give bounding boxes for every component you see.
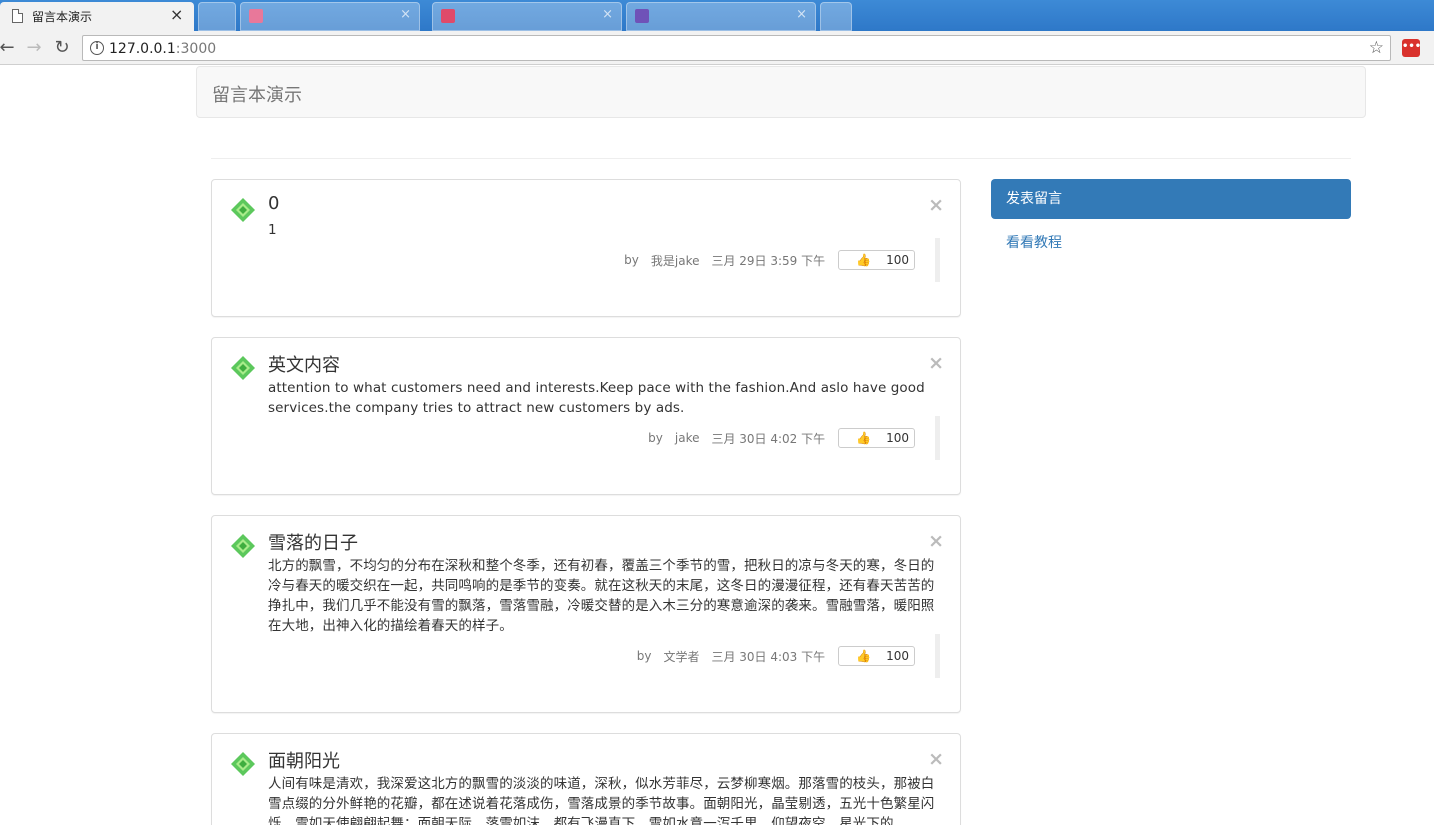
message-title: 英文内容 (268, 355, 340, 376)
message-meta: by 文学者 三月 30日 4:03 下午 👍 100 (625, 634, 940, 678)
message-body: 北方的飘雪，不均匀的分布在深秋和整个冬季，还有初春，覆盖三个季节的雪，把秋日的凉… (268, 558, 935, 634)
tab-close-icon[interactable]: × (400, 7, 411, 22)
like-count: 100 (886, 431, 909, 445)
extension-icon[interactable]: ••• (1402, 39, 1421, 57)
message-title: 面朝阳光 (268, 751, 340, 772)
new-tab-button-2[interactable] (820, 2, 852, 31)
message-meta: by jake 三月 30日 4:02 下午 👍 100 (636, 416, 940, 460)
url-text: 127.0.0.1:3000 (109, 41, 216, 57)
like-count: 100 (886, 253, 909, 267)
close-icon[interactable]: × (928, 530, 944, 552)
browser-tab-background-3[interactable]: × (626, 2, 816, 31)
like-button[interactable]: 👍 100 (838, 250, 915, 270)
close-icon[interactable]: × (928, 194, 944, 216)
tab-title: 留言本演示 (32, 10, 93, 24)
url-host: 127.0.0.1 (109, 41, 176, 57)
message-card: 面朝阳光 人间有味是清欢，我深爱这北方的飘雪的淡淡的味道，深秋，似水芳菲尽，云梦… (211, 733, 961, 825)
close-icon[interactable]: × (928, 352, 944, 374)
message-meta: by 我是jake 三月 29日 3:59 下午 👍 100 (612, 238, 940, 282)
message-card: 英文内容 attention to what customers need an… (211, 337, 961, 495)
by-label: by (648, 431, 663, 445)
leaf-icon (231, 534, 255, 558)
reload-icon[interactable]: ↻ (51, 37, 73, 59)
timestamp: 三月 30日 4:02 下午 (711, 431, 826, 446)
divider (211, 158, 1351, 159)
tutorial-link[interactable]: 看看教程 (1006, 232, 1062, 252)
timestamp: 三月 30日 4:03 下午 (711, 649, 826, 664)
author: 我是jake (650, 253, 700, 268)
message-card: 雪落的日子 北方的飘雪，不均匀的分布在深秋和整个冬季，还有初春，覆盖三个季节的雪… (211, 515, 961, 713)
post-message-button[interactable]: 发表留言 (991, 179, 1351, 219)
message-card: 0 1 × by 我是jake 三月 29日 3:59 下午 👍 100 (211, 179, 961, 317)
tab-favicon-icon (441, 9, 455, 23)
browser-tabstrip: 留言本演示 × × × × (0, 0, 1434, 31)
message-title: 雪落的日子 (268, 533, 358, 554)
tab-favicon-icon (249, 9, 263, 23)
browser-tab-background-2[interactable]: × (432, 2, 622, 31)
timestamp: 三月 29日 3:59 下午 (711, 253, 826, 268)
message-title: 0 (268, 193, 280, 214)
thumbs-up-icon: 👍 (856, 649, 872, 663)
message-body: attention to what customers need and int… (268, 380, 925, 416)
leaf-icon (231, 356, 255, 380)
like-count: 100 (886, 649, 909, 663)
message-body: 1 (268, 222, 277, 238)
browser-tab-background-1[interactable]: × (240, 2, 420, 31)
message-body: 人间有味是清欢，我深爱这北方的飘雪的淡淡的味道，深秋，似水芳菲尽，云梦柳寒烟。那… (268, 776, 935, 825)
leaf-icon (231, 198, 255, 222)
forward-arrow-icon[interactable]: → (23, 37, 45, 59)
bookmark-star-icon[interactable]: ☆ (1369, 38, 1384, 58)
like-button[interactable]: 👍 100 (838, 646, 915, 666)
leaf-icon (231, 752, 255, 776)
back-arrow-icon[interactable]: ← (0, 37, 18, 59)
info-icon[interactable]: i (90, 41, 104, 55)
thumbs-up-icon: 👍 (856, 253, 872, 267)
address-bar[interactable]: i 127.0.0.1:3000 ☆ (82, 35, 1391, 61)
browser-toolbar: ← → ↻ i 127.0.0.1:3000 ☆ ••• (0, 31, 1434, 65)
tab-close-icon[interactable]: × (602, 7, 613, 22)
author: 文学者 (663, 649, 700, 664)
tab-close-icon[interactable]: × (170, 5, 183, 24)
url-port: :3000 (175, 41, 217, 57)
thumbs-up-icon: 👍 (856, 431, 872, 445)
by-label: by (636, 649, 652, 663)
by-label: by (624, 253, 639, 267)
author: jake (674, 431, 700, 445)
close-icon[interactable]: × (928, 748, 944, 770)
browser-tab-active[interactable]: 留言本演示 × (0, 2, 194, 31)
document-icon (12, 9, 23, 23)
like-button[interactable]: 👍 100 (838, 428, 915, 448)
new-tab-button[interactable] (198, 2, 236, 31)
tab-favicon-icon (635, 9, 649, 23)
navbar-brand[interactable]: 留言本演示 (212, 81, 302, 107)
navbar: 留言本演示 (196, 66, 1366, 118)
tab-close-icon[interactable]: × (796, 7, 807, 22)
